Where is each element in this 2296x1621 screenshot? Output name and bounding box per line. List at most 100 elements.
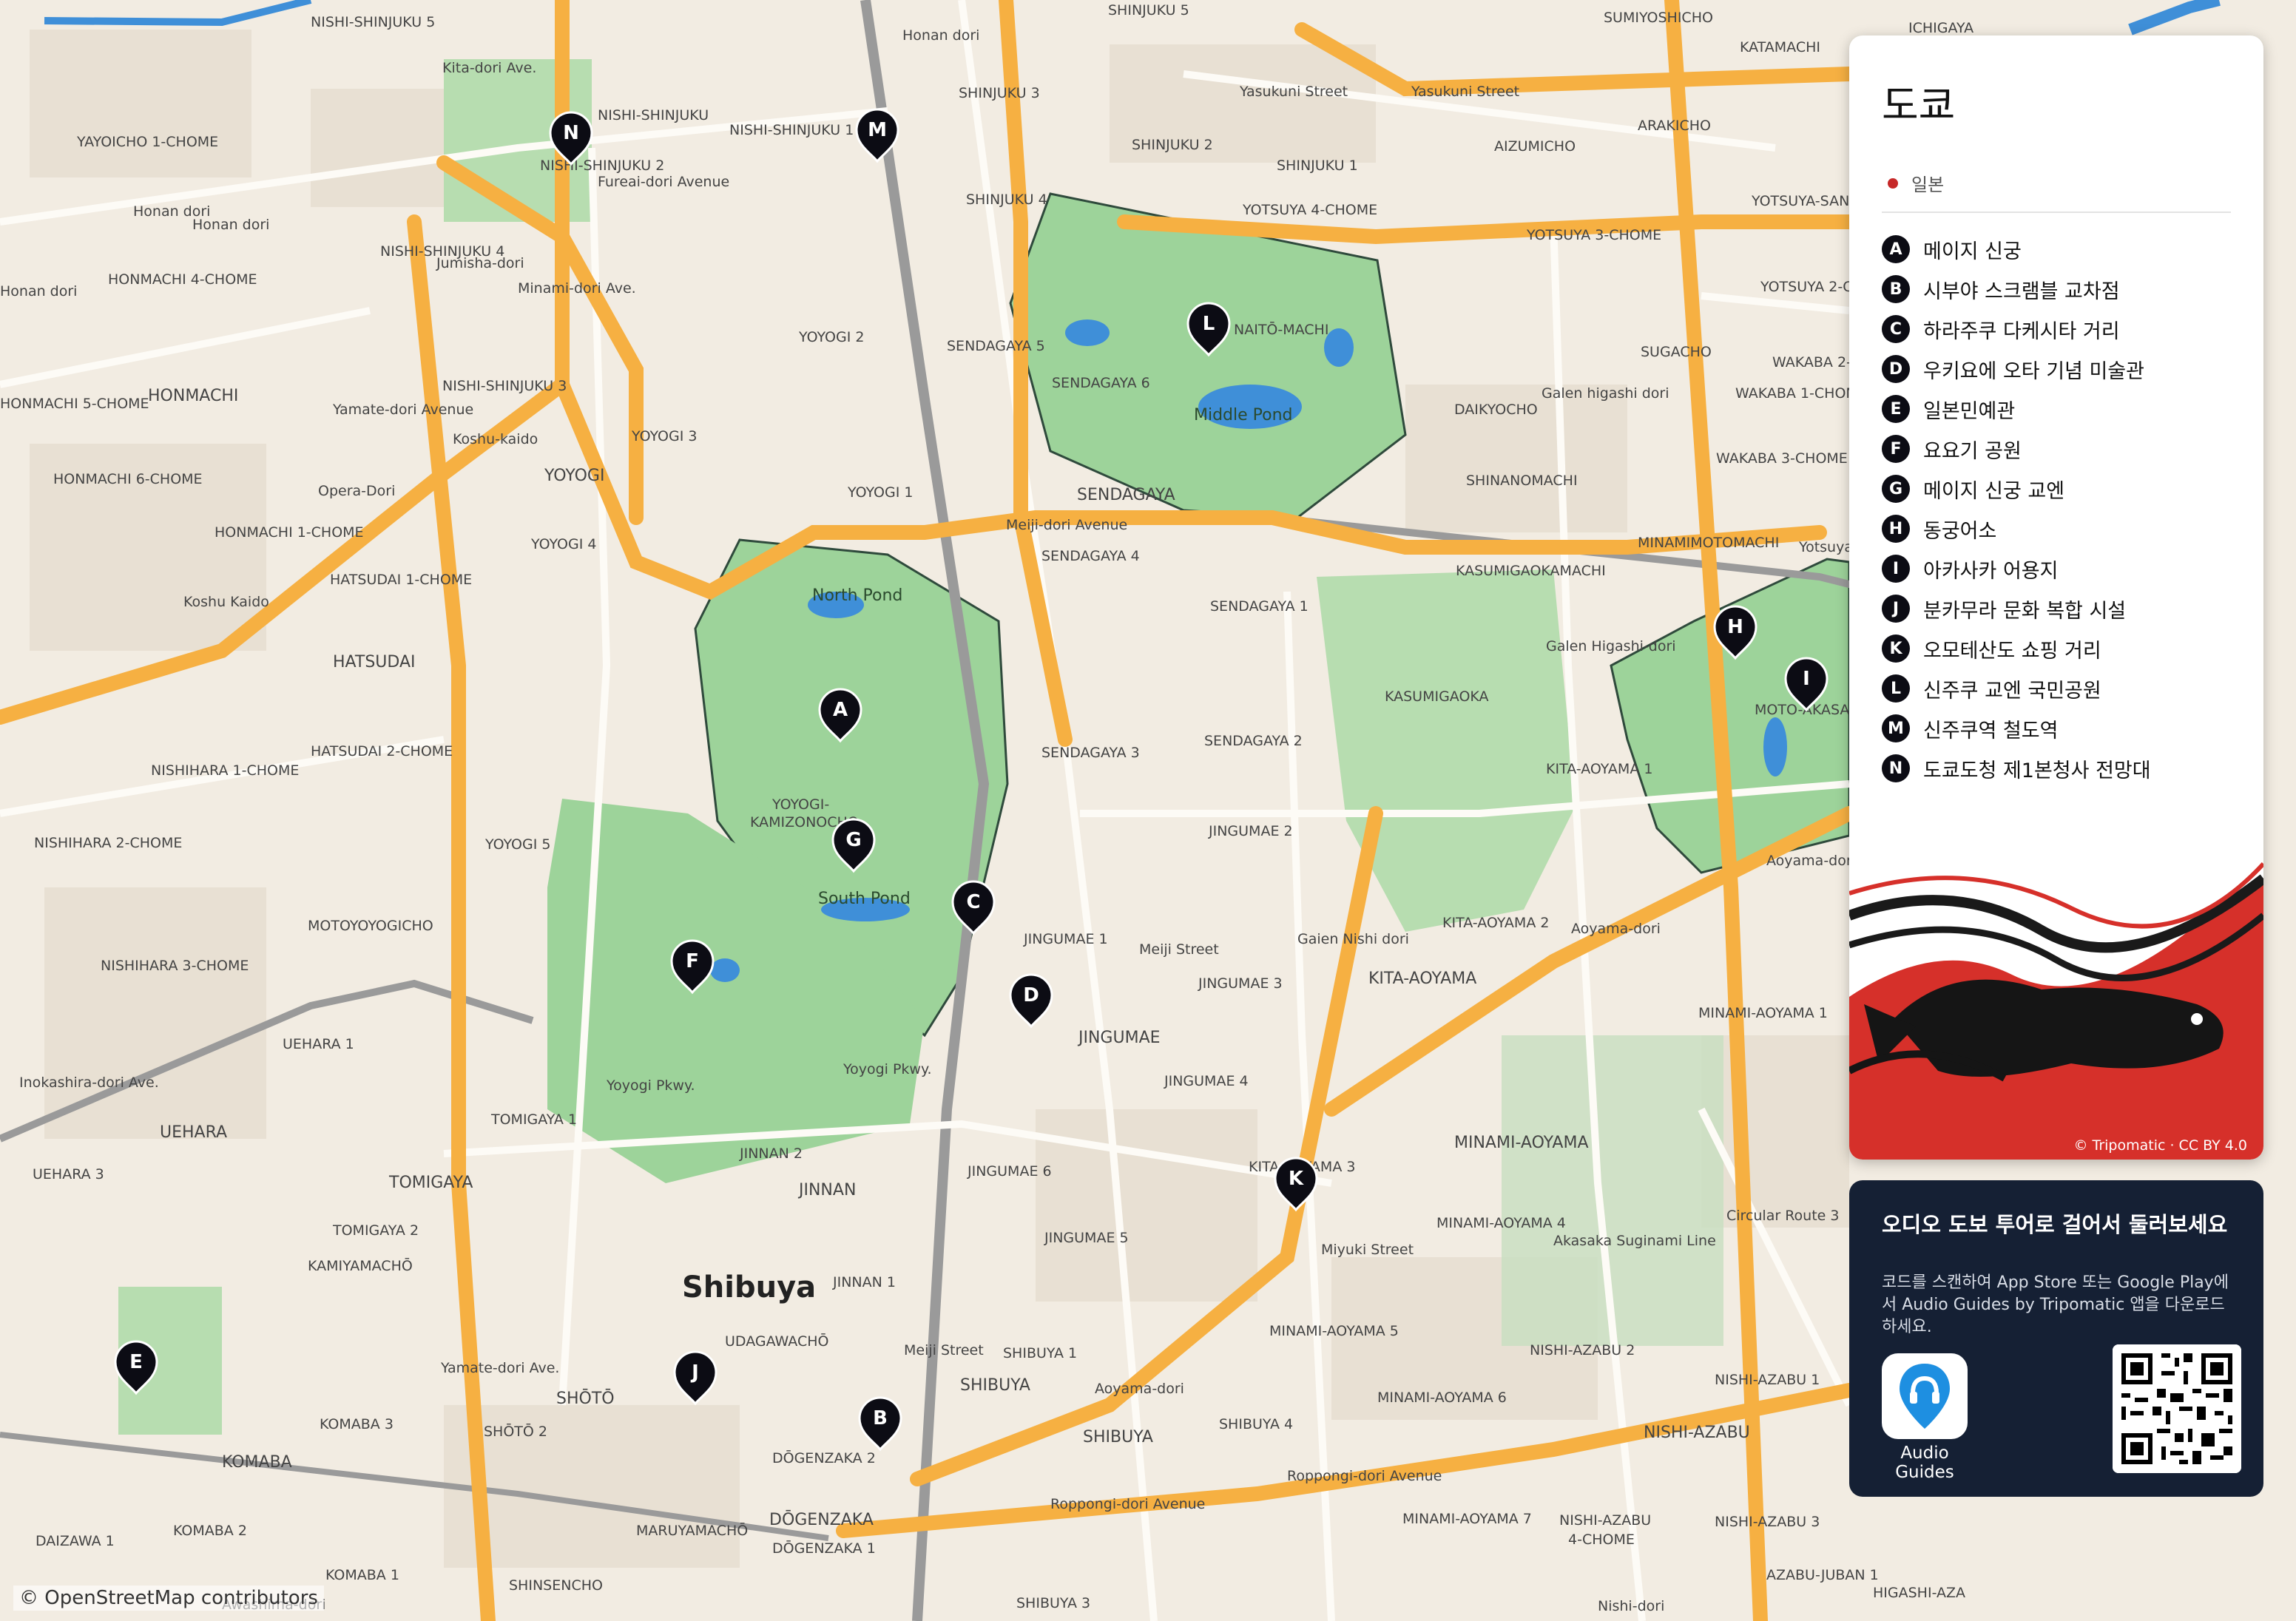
map-marker-letter: D: [1023, 984, 1039, 1006]
svg-text:JINGUMAE 1: JINGUMAE 1: [1023, 931, 1108, 947]
svg-text:Aoyama-dori: Aoyama-dori: [1766, 853, 1856, 869]
poi-name: 오모테산도 쇼핑 거리: [1923, 639, 2101, 663]
svg-text:KOMABA 3: KOMABA 3: [320, 1416, 394, 1432]
poi-badge: F: [1882, 435, 1910, 463]
svg-text:Yasukuni Street: Yasukuni Street: [1239, 84, 1348, 100]
svg-text:Galen higashi dori: Galen higashi dori: [1542, 385, 1669, 402]
svg-text:WAKABA 1-CHOME: WAKABA 1-CHOME: [1735, 385, 1867, 402]
svg-text:YOYOGI: YOYOGI: [544, 467, 604, 485]
svg-text:UEHARA 3: UEHARA 3: [33, 1166, 104, 1182]
poi-item-h[interactable]: H 동궁어소: [1882, 509, 2151, 549]
poi-item-i[interactable]: I 아카사카 어용지: [1882, 549, 2151, 589]
svg-text:TOMIGAYA 2: TOMIGAYA 2: [332, 1222, 419, 1239]
poi-badge: G: [1882, 475, 1910, 503]
poi-item-e[interactable]: E 일본민예관: [1882, 389, 2151, 429]
svg-text:KOMABA: KOMABA: [222, 1453, 292, 1472]
country-dot-icon: [1888, 177, 1898, 189]
svg-text:South Pond: South Pond: [818, 890, 911, 908]
poi-badge: B: [1882, 275, 1910, 303]
svg-text:HATSUDAI: HATSUDAI: [333, 653, 415, 671]
poi-item-d[interactable]: D 우키요에 오타 기념 미술관: [1882, 349, 2151, 389]
svg-text:SENDAGAYA 2: SENDAGAYA 2: [1204, 733, 1303, 749]
qr-code[interactable]: [2113, 1344, 2241, 1473]
svg-text:MINAMI-AOYAMA 7: MINAMI-AOYAMA 7: [1402, 1511, 1532, 1527]
svg-text:JINNAN: JINNAN: [797, 1181, 856, 1199]
svg-text:JINGUMAE: JINGUMAE: [1077, 1029, 1161, 1047]
svg-text:HATSUDAI 1-CHOME: HATSUDAI 1-CHOME: [330, 572, 472, 588]
svg-text:SHIBUYA: SHIBUYA: [960, 1376, 1030, 1395]
poi-item-g[interactable]: G 메이지 신궁 교엔: [1882, 469, 2151, 509]
svg-text:KITA-AOYAMA 2: KITA-AOYAMA 2: [1442, 915, 1549, 931]
svg-text:Jumisha-dori: Jumisha-dori: [436, 255, 524, 271]
svg-text:KASUMIGAOKAMACHI: KASUMIGAOKAMACHI: [1456, 563, 1606, 579]
svg-text:Meiji-dori Avenue: Meiji-dori Avenue: [1006, 517, 1127, 533]
svg-text:HATSUDAI 2-CHOME: HATSUDAI 2-CHOME: [311, 743, 453, 759]
svg-text:NISHI-SHINJUKU 1: NISHI-SHINJUKU 1: [729, 122, 854, 138]
svg-text:Koshu Kaido: Koshu Kaido: [183, 594, 269, 610]
svg-text:North Pond: North Pond: [812, 586, 902, 605]
svg-text:KOMABA 2: KOMABA 2: [173, 1523, 247, 1539]
poi-name: 아카사카 어용지: [1923, 559, 2059, 583]
svg-text:TOMIGAYA 1: TOMIGAYA 1: [490, 1111, 577, 1128]
svg-text:YOTSUYA 3-CHOME: YOTSUYA 3-CHOME: [1526, 227, 1661, 243]
poi-item-m[interactable]: M 신주쿠역 철도역: [1882, 708, 2151, 748]
poi-item-c[interactable]: C 하라주쿠 다케시타 거리: [1882, 309, 2151, 349]
svg-text:SHINJUKU 3: SHINJUKU 3: [959, 85, 1040, 101]
poi-item-f[interactable]: F 요요기 공원: [1882, 429, 2151, 469]
svg-text:HONMACHI 6-CHOME: HONMACHI 6-CHOME: [53, 471, 203, 487]
svg-text:Yamate-dori Avenue: Yamate-dori Avenue: [332, 402, 473, 418]
svg-text:UEHARA: UEHARA: [160, 1123, 227, 1142]
poi-badge: H: [1882, 515, 1910, 543]
poi-name: 하라주쿠 다케시타 거리: [1923, 319, 2120, 343]
map-marker-letter: K: [1289, 1168, 1304, 1190]
svg-text:Middle Pond: Middle Pond: [1194, 406, 1293, 424]
map-marker-letter: J: [690, 1361, 699, 1384]
svg-text:NISHIHARA 1-CHOME: NISHIHARA 1-CHOME: [151, 762, 299, 779]
svg-text:UDAGAWACHŌ: UDAGAWACHŌ: [725, 1332, 828, 1350]
svg-text:YOYOGI 4: YOYOGI 4: [530, 536, 596, 552]
svg-text:ARAKICHO: ARAKICHO: [1638, 118, 1711, 134]
poi-item-k[interactable]: K 오모테산도 쇼핑 거리: [1882, 629, 2151, 669]
svg-text:Aoyama-dori: Aoyama-dori: [1571, 921, 1661, 937]
city-title: 도쿄: [1882, 82, 1956, 129]
svg-text:NISHI-AZABU: NISHI-AZABU: [1644, 1424, 1750, 1442]
svg-text:SENDAGAYA 3: SENDAGAYA 3: [1041, 745, 1140, 761]
svg-text:Meiji Street: Meiji Street: [904, 1342, 984, 1358]
poi-name: 분카무라 문화 복합 시설: [1923, 599, 2127, 623]
poi-name: 신주쿠 교엔 국민공원: [1923, 679, 2101, 703]
svg-text:Honan dori: Honan dori: [902, 27, 979, 44]
poi-item-a[interactable]: A 메이지 신궁: [1882, 229, 2151, 269]
svg-text:JINGUMAE 3: JINGUMAE 3: [1198, 975, 1283, 992]
svg-text:SHINANOMACHI: SHINANOMACHI: [1466, 473, 1578, 489]
svg-text:Yamate-dori Ave.: Yamate-dori Ave.: [440, 1360, 559, 1376]
poi-badge: I: [1882, 555, 1910, 583]
app-label: Audio Guides: [1895, 1444, 1954, 1482]
poi-item-b[interactable]: B 시부야 스크램블 교차점: [1882, 269, 2151, 309]
svg-text:NISHI-AZABU 1: NISHI-AZABU 1: [1715, 1372, 1820, 1388]
poi-name: 메이지 신궁: [1923, 240, 2022, 263]
poi-badge: D: [1882, 355, 1910, 383]
district-label: Shibuya: [682, 1270, 816, 1304]
poi-item-n[interactable]: N 도쿄도청 제1본청사 전망대: [1882, 748, 2151, 788]
headphones-pin-icon: [1900, 1364, 1950, 1429]
svg-text:MINAMI-AOYAMA 1: MINAMI-AOYAMA 1: [1698, 1005, 1828, 1021]
poi-item-l[interactable]: L 신주쿠 교엔 국민공원: [1882, 669, 2151, 708]
svg-text:NISHI-AZABU 3: NISHI-AZABU 3: [1715, 1514, 1820, 1530]
svg-text:SENDAGAYA 1: SENDAGAYA 1: [1210, 598, 1309, 615]
svg-text:MINAMI-AOYAMA 4: MINAMI-AOYAMA 4: [1436, 1215, 1566, 1231]
svg-text:JINGUMAE 4: JINGUMAE 4: [1164, 1073, 1249, 1089]
poi-name: 우키요에 오타 기념 미술관: [1923, 359, 2144, 383]
svg-text:NAITŌ-MACHI: NAITŌ-MACHI: [1234, 320, 1328, 338]
svg-text:SHŌTŌ 2: SHŌTŌ 2: [484, 1422, 547, 1440]
poi-item-j[interactable]: J 분카무라 문화 복합 시설: [1882, 589, 2151, 629]
svg-text:HONMACHI 1-CHOME: HONMACHI 1-CHOME: [215, 524, 364, 541]
divider: [1882, 211, 2231, 213]
svg-text:SHINJUKU 2: SHINJUKU 2: [1132, 137, 1213, 153]
svg-text:Honan dori: Honan dori: [133, 203, 210, 220]
svg-text:Aoyama-dori: Aoyama-dori: [1095, 1381, 1184, 1397]
svg-text:JINGUMAE 2: JINGUMAE 2: [1208, 823, 1293, 839]
svg-text:SHINJUKU 4: SHINJUKU 4: [966, 192, 1047, 208]
map-marker-letter: E: [129, 1351, 143, 1373]
svg-text:MINAMI-AOYAMA: MINAMI-AOYAMA: [1454, 1134, 1589, 1152]
audio-guides-app-icon[interactable]: [1882, 1353, 1968, 1439]
